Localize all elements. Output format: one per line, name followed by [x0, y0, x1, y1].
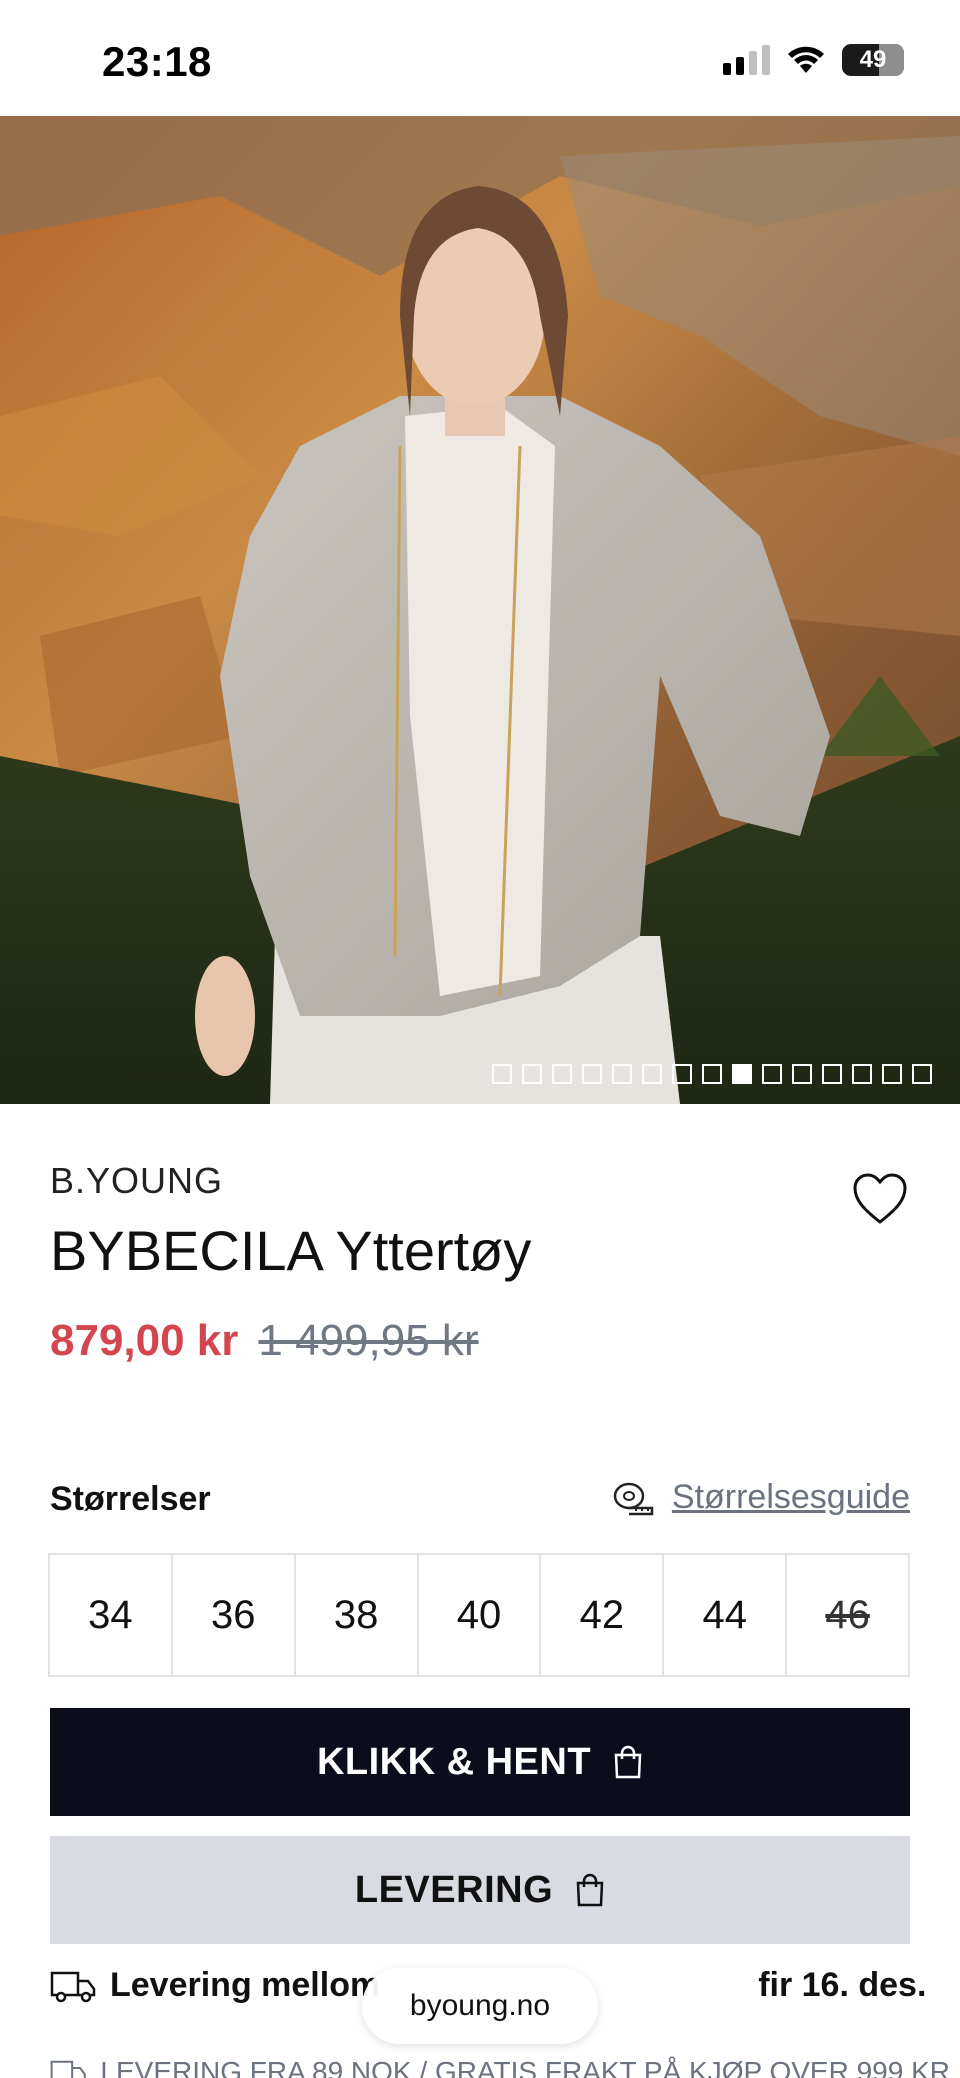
- truck-icon: [50, 1971, 96, 2002]
- signal-icon: [723, 45, 770, 75]
- gallery-dot[interactable]: [672, 1064, 692, 1084]
- size-option: 46: [825, 1592, 870, 1637]
- gallery-dot[interactable]: [762, 1064, 782, 1084]
- product-name: BYBECILA Yttertøy: [50, 1219, 532, 1282]
- size-option[interactable]: 42: [541, 1555, 665, 1675]
- product-brand[interactable]: B.YOUNG: [50, 1160, 223, 1202]
- gallery-dot[interactable]: [912, 1064, 932, 1084]
- delivery-label: LEVERING: [354, 1868, 554, 1911]
- gallery-pagination: [492, 1064, 932, 1084]
- shipping-note: LEVERING FRA 89 NOK / GRATIS FRAKT PÅ KJ…: [50, 2056, 950, 2078]
- gallery-dot[interactable]: [822, 1064, 842, 1084]
- wifi-icon: [788, 46, 824, 73]
- shipping-note-text: LEVERING FRA 89 NOK / GRATIS FRAKT PÅ KJ…: [100, 2056, 950, 2078]
- sale-price: 879,00 kr: [50, 1316, 239, 1365]
- size-option[interactable]: 44: [664, 1555, 788, 1675]
- status-bar: 23:18 49: [0, 0, 960, 116]
- size-guide-link[interactable]: Størrelsesguide: [612, 1478, 910, 1517]
- browser-url: byoung.no: [409, 1989, 551, 2022]
- shopping-bag-icon: [576, 1873, 604, 1907]
- favorite-heart-icon[interactable]: [852, 1172, 908, 1226]
- product-photo: [0, 116, 960, 1104]
- size-guide-label[interactable]: Størrelsesguide: [672, 1478, 910, 1517]
- measuring-tape-icon: [613, 1482, 654, 1515]
- gallery-dot[interactable]: [582, 1064, 602, 1084]
- size-option[interactable]: 38: [296, 1555, 419, 1675]
- status-time: 23:18: [102, 38, 212, 85]
- gallery-dot[interactable]: [852, 1064, 872, 1084]
- delivery-estimate-end: fir 16. des.: [758, 1966, 927, 2004]
- browser-address-pill[interactable]: byoung.no: [362, 1968, 598, 2044]
- size-option[interactable]: 36: [173, 1555, 296, 1675]
- gallery-dot[interactable]: [522, 1064, 542, 1084]
- gallery-dot[interactable]: [702, 1064, 722, 1084]
- price-block: 879,00 kr 1 499,95 kr: [50, 1316, 479, 1366]
- gallery-dot[interactable]: [882, 1064, 902, 1084]
- shopping-bag-icon: [614, 1745, 642, 1779]
- size-option[interactable]: 40: [419, 1555, 542, 1675]
- gallery-dot[interactable]: [792, 1064, 812, 1084]
- original-price: 1 499,95 kr: [258, 1316, 479, 1365]
- gallery-dot[interactable]: [552, 1064, 572, 1084]
- gallery-dot[interactable]: [492, 1064, 512, 1084]
- battery-level: 49: [859, 46, 887, 73]
- gallery-dot[interactable]: [642, 1064, 662, 1084]
- product-image-gallery[interactable]: [0, 116, 960, 1104]
- click-and-collect-label: KLIKK & HENT: [316, 1740, 592, 1783]
- delivery-button[interactable]: LEVERING: [50, 1836, 910, 1944]
- status-icons: 49: [723, 44, 904, 76]
- size-option[interactable]: 34: [50, 1555, 173, 1675]
- sizes-heading: Størrelser: [50, 1480, 211, 1518]
- delivery-estimate-start: Levering mellom: [110, 1966, 381, 2004]
- truck-icon: [50, 2060, 86, 2078]
- gallery-dot[interactable]: [612, 1064, 632, 1084]
- size-selector: 34 36 38 40 42 44 46: [48, 1553, 910, 1677]
- gallery-dot[interactable]: [732, 1064, 752, 1084]
- click-and-collect-button[interactable]: KLIKK & HENT: [50, 1708, 910, 1816]
- battery-icon: 49: [842, 44, 904, 76]
